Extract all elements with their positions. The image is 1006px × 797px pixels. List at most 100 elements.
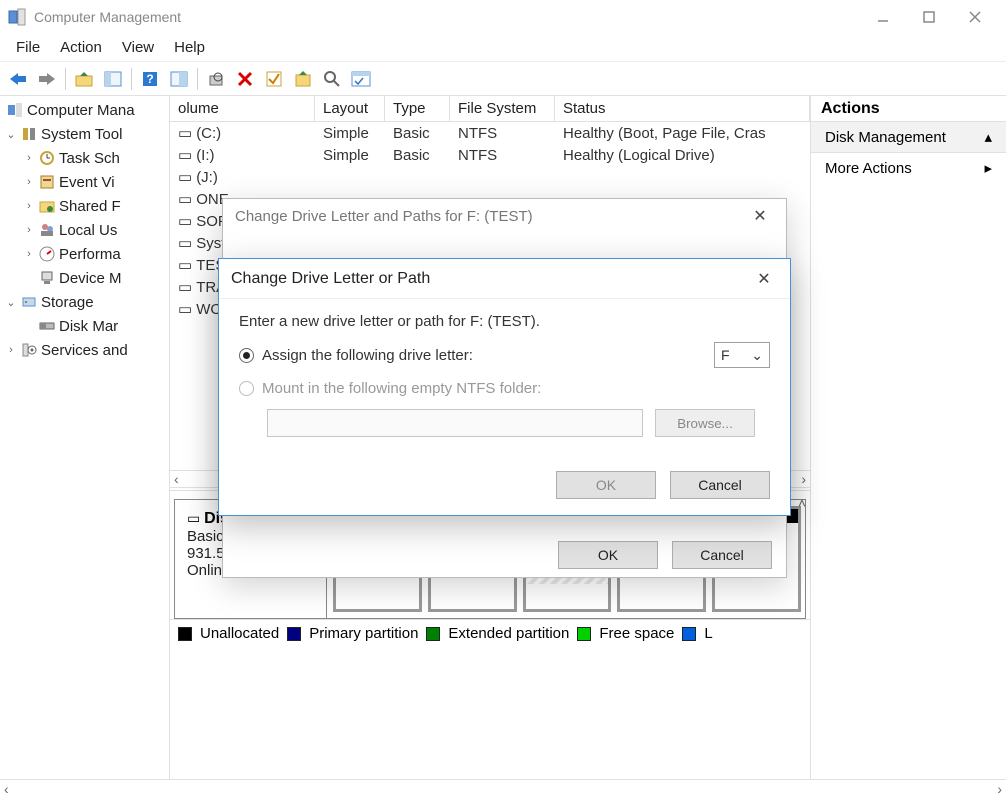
expand-icon[interactable]: › [22,176,36,188]
cell-volume: ▭(I:) [170,144,315,166]
minimize-button[interactable] [860,2,906,32]
search-button[interactable] [318,65,346,93]
refresh-button[interactable] [202,65,230,93]
legend-label: Free space [599,625,674,642]
cell-fs: NTFS [450,144,555,166]
nav-tree: Computer Mana ⌄ System Tool ›Task Sch ›E… [0,96,170,779]
radio-mount-folder[interactable] [239,381,254,396]
table-row[interactable]: ▭(C:)SimpleBasicNTFSHealthy (Boot, Page … [170,122,810,144]
tree-performance[interactable]: ›Performa [0,242,169,266]
cell-layout: Simple [315,144,385,166]
properties-button[interactable] [165,65,193,93]
expand-icon[interactable]: › [22,152,36,164]
actions-primary[interactable]: Disk Management ▴ [811,122,1006,153]
tree-shared-folders[interactable]: › Shared F [0,194,169,218]
show-hide-tree-button[interactable] [99,65,127,93]
col-volume[interactable]: olume [170,96,315,122]
legend-swatch [682,627,696,641]
tree-device-manager[interactable]: Device M [0,266,169,290]
check-button[interactable] [260,65,288,93]
delete-button[interactable] [231,65,259,93]
tree-storage[interactable]: ⌄Storage [0,290,169,314]
dialog-inner-title: Change Drive Letter or Path [231,270,430,288]
tools-icon [20,125,38,143]
legend-swatch [178,627,192,641]
tree-disk-management[interactable]: Disk Mar [0,314,169,338]
collapse-icon[interactable]: ⌄ [4,128,18,141]
actions-more[interactable]: More Actions ▸ [811,153,1006,183]
dialog-outer-title: Change Drive Letter and Paths for F: (TE… [235,208,533,225]
outer-cancel-button[interactable]: Cancel [672,541,772,569]
toolbar: ? [0,62,1006,96]
back-button[interactable] [4,65,32,93]
dialog-change-letter: Change Drive Letter or Path ✕ Enter a ne… [218,258,791,516]
tree-label: Device M [59,270,122,287]
collapse-icon[interactable]: ⌄ [4,296,18,309]
radio-assign-letter[interactable] [239,348,254,363]
users-icon [38,221,56,239]
chevron-right-icon: ▸ [984,159,992,177]
expand-icon[interactable]: › [22,200,36,212]
table-row[interactable]: ▭(I:)SimpleBasicNTFSHealthy (Logical Dri… [170,144,810,166]
tree-root[interactable]: Computer Mana [0,98,169,122]
expand-icon[interactable]: › [4,344,18,356]
dialog-prompt: Enter a new drive letter or path for F: … [239,313,770,330]
legend-swatch [287,627,301,641]
cell-fs: NTFS [450,122,555,144]
cell-status [555,166,810,188]
toolbar-sep [197,68,198,90]
tree-services[interactable]: ›Services and [0,338,169,362]
menu-help[interactable]: Help [164,36,215,59]
inner-ok-button[interactable]: OK [556,471,656,499]
close-icon[interactable]: ✕ [750,269,778,289]
legend-label: L [704,625,712,642]
open-button[interactable] [289,65,317,93]
drive-letter-dropdown[interactable]: F ⌄ [714,342,770,368]
event-icon [38,173,56,191]
cell-layout: Simple [315,122,385,144]
tree-system-tools[interactable]: ⌄ System Tool [0,122,169,146]
tree-local-users[interactable]: › Local Us [0,218,169,242]
up-folder-button[interactable] [70,65,98,93]
legend-label: Extended partition [448,625,569,642]
actions-primary-label: Disk Management [825,129,946,146]
tree-label: Shared F [59,198,121,215]
outer-ok-button[interactable]: OK [558,541,658,569]
menu-file[interactable]: File [6,36,50,59]
table-row[interactable]: ▭(J:) [170,166,810,188]
maximize-button[interactable] [906,2,952,32]
tree-task-scheduler[interactable]: ›Task Sch [0,146,169,170]
inner-cancel-button[interactable]: Cancel [670,471,770,499]
menu-action[interactable]: Action [50,36,112,59]
cell-volume: ▭(C:) [170,122,315,144]
tree-label: Local Us [59,222,117,239]
close-icon[interactable]: ✕ [746,206,774,226]
expand-icon[interactable]: › [22,224,36,236]
tree-label: Disk Mar [59,318,118,335]
toolbar-sep [65,68,66,90]
titlebar: Computer Management [0,0,1006,34]
storage-icon [20,293,38,311]
forward-button[interactable] [33,65,61,93]
col-type[interactable]: Type [385,96,450,122]
cell-status: Healthy (Logical Drive) [555,144,810,166]
expand-icon[interactable]: › [22,248,36,260]
menu-view[interactable]: View [112,36,164,59]
device-icon [38,269,56,287]
legend-label: Primary partition [309,625,418,642]
menubar: File Action View Help [0,34,1006,62]
col-layout[interactable]: Layout [315,96,385,122]
col-status[interactable]: Status [555,96,810,122]
services-icon [20,341,38,359]
help-button[interactable]: ? [136,65,164,93]
settings-window-button[interactable] [347,65,375,93]
tree-root-label: Computer Mana [27,102,135,119]
tree-event-viewer[interactable]: ›Event Vi [0,170,169,194]
scroll-up-icon[interactable]: ˄ [798,495,806,511]
col-filesystem[interactable]: File System [450,96,555,122]
computer-icon [6,101,24,119]
volume-table-header: olume Layout Type File System Status [170,96,810,122]
clock-icon [38,149,56,167]
close-button[interactable] [952,2,998,32]
window-hscroll[interactable]: ‹› [0,779,1006,797]
